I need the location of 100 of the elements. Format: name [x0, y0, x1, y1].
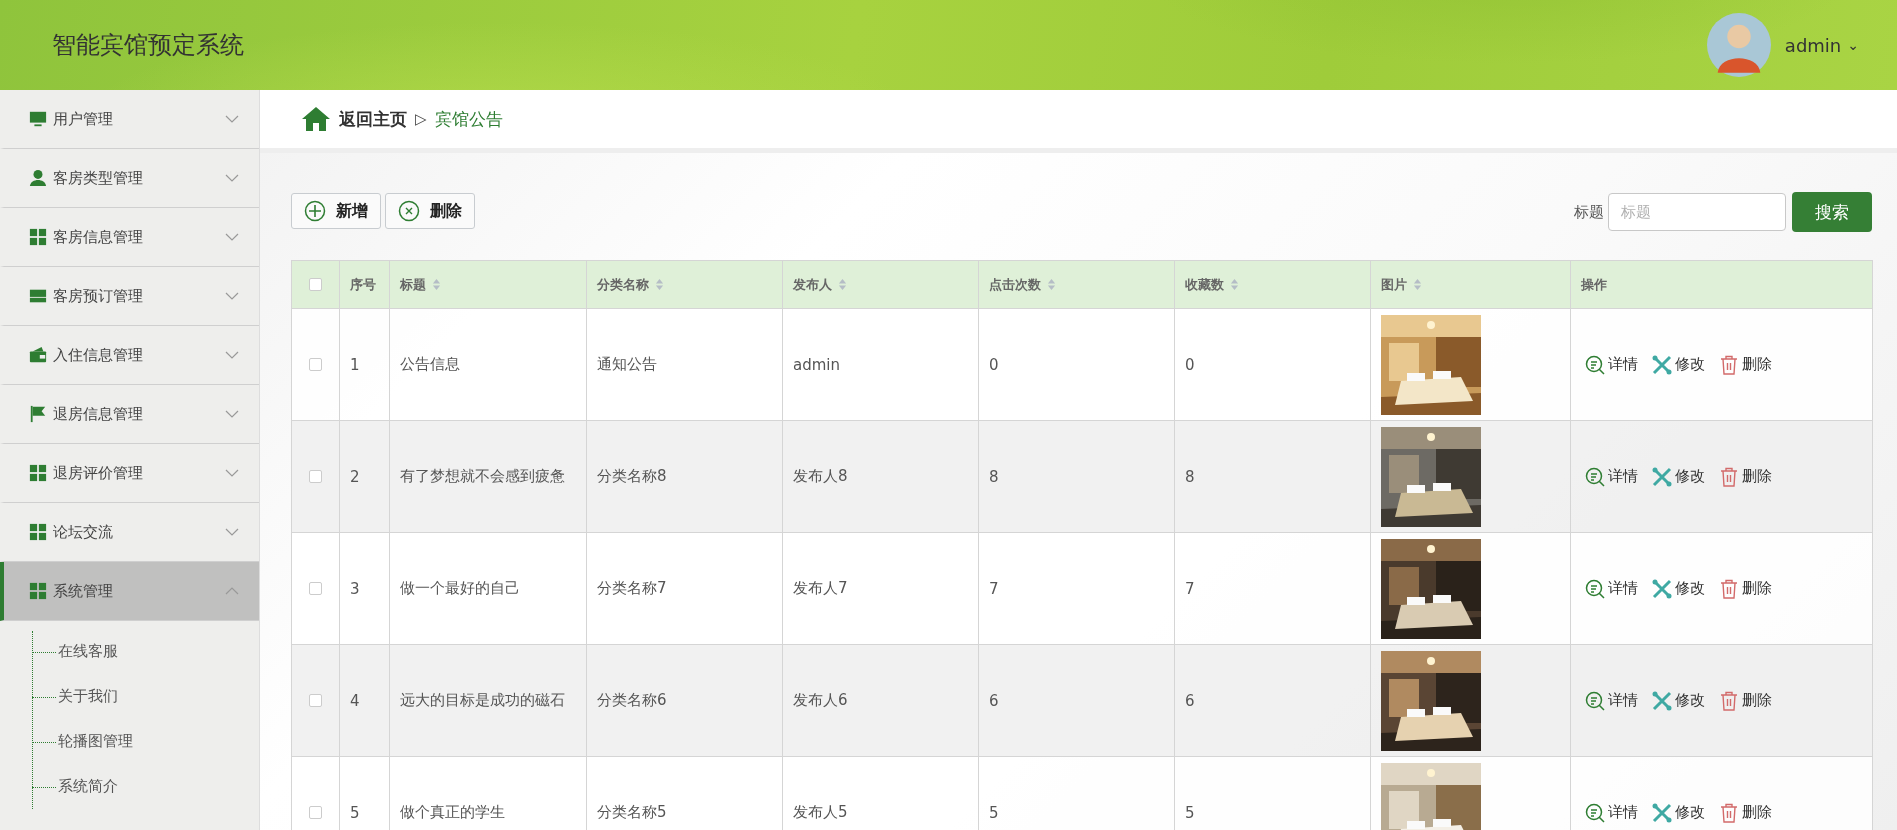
table-cell: 分类名称6	[597, 691, 667, 710]
grid-icon	[29, 582, 47, 600]
edit-link[interactable]: 修改	[1652, 578, 1705, 599]
table-cell: 做个真正的学生	[400, 803, 505, 822]
trash-icon	[1719, 354, 1739, 375]
details-link[interactable]: 详情	[1585, 690, 1638, 711]
table-cell: 发布人5	[793, 803, 848, 822]
table-cell: 1	[350, 355, 360, 374]
checkbox[interactable]	[309, 694, 322, 707]
tools-icon	[1652, 578, 1672, 599]
search-field[interactable]: 标题	[1608, 193, 1786, 231]
avatar-icon[interactable]	[1706, 13, 1771, 77]
edit-link[interactable]: 修改	[1652, 802, 1705, 823]
checkbox[interactable]	[309, 470, 322, 483]
table-cell: 0	[1185, 355, 1195, 374]
wallet-icon	[29, 346, 47, 364]
column-header: 发布人	[793, 275, 832, 294]
grid-icon	[29, 464, 47, 482]
column-header: 点击次数	[989, 275, 1041, 294]
magnifier-icon	[1585, 690, 1605, 711]
sort-icon[interactable]	[432, 278, 441, 291]
details-link[interactable]: 详情	[1585, 466, 1638, 487]
person-icon	[29, 169, 47, 187]
chevron-icon	[225, 233, 239, 241]
table-cell: 5	[350, 803, 360, 822]
sidebar-item[interactable]: 入住信息管理	[0, 326, 259, 385]
tools-icon	[1652, 354, 1672, 375]
table-cell: 有了梦想就不会感到疲惫	[400, 467, 565, 486]
breadcrumb-separator: ▷	[415, 110, 427, 128]
table-cell: 公告信息	[400, 355, 460, 374]
breadcrumb-link[interactable]: 返回主页	[339, 107, 407, 131]
trash-icon	[1719, 466, 1739, 487]
table-cell: 分类名称5	[597, 803, 667, 822]
sidebar-item[interactable]: 退房信息管理	[0, 385, 259, 444]
sidebar-item[interactable]: 客房类型管理	[0, 149, 259, 208]
submenu-item[interactable]: 系统简介	[32, 764, 259, 809]
table-cell: 发布人7	[793, 579, 848, 598]
user-name[interactable]: admin	[1784, 34, 1842, 56]
table-cell: 5	[1185, 803, 1195, 822]
trash-icon	[1719, 578, 1739, 599]
delete-link[interactable]: 删除	[1719, 802, 1772, 823]
table-cell: 7	[1185, 579, 1195, 598]
add-button[interactable]: 新增	[291, 193, 381, 229]
table-cell: admin	[793, 355, 840, 374]
sidebar-item[interactable]: 客房信息管理	[0, 208, 259, 267]
checkbox[interactable]	[309, 278, 322, 291]
search-button[interactable]: 搜索	[1792, 192, 1872, 232]
submenu-item[interactable]: 轮播图管理	[32, 719, 259, 764]
checkbox[interactable]	[309, 806, 322, 819]
delete-link[interactable]: 删除	[1719, 578, 1772, 599]
edit-link[interactable]: 修改	[1652, 354, 1705, 375]
sort-icon[interactable]	[838, 278, 847, 291]
submenu-item[interactable]: 在线客服	[32, 629, 259, 674]
table-cell: 分类名称7	[597, 579, 667, 598]
delete-button[interactable]: 删除	[385, 193, 475, 229]
grid-icon	[29, 523, 47, 541]
trash-icon	[1719, 690, 1739, 711]
chevron-icon	[225, 174, 239, 182]
column-header: 操作	[1581, 275, 1607, 294]
delete-link[interactable]: 删除	[1719, 690, 1772, 711]
sidebar-item[interactable]: 用户管理	[0, 90, 259, 149]
monitor-icon	[29, 110, 47, 128]
chevron-icon	[225, 528, 239, 536]
column-header: 标题	[400, 275, 426, 294]
submenu-item[interactable]: 关于我们	[32, 674, 259, 719]
details-link[interactable]: 详情	[1585, 802, 1638, 823]
sort-icon[interactable]	[1230, 278, 1239, 291]
grid-icon	[29, 228, 47, 246]
chevron-icon	[225, 410, 239, 418]
checkbox[interactable]	[309, 582, 322, 595]
magnifier-icon	[1585, 802, 1605, 823]
checkbox[interactable]	[309, 358, 322, 371]
breadcrumb-current: 宾馆公告	[434, 107, 503, 131]
table-cell: 6	[1185, 691, 1195, 710]
tools-icon	[1652, 690, 1672, 711]
delete-link[interactable]: 删除	[1719, 354, 1772, 375]
table-cell: 做一个最好的自己	[400, 579, 520, 598]
edit-link[interactable]: 修改	[1652, 690, 1705, 711]
home-icon[interactable]	[301, 106, 331, 132]
delete-link[interactable]: 删除	[1719, 466, 1772, 487]
chevron-icon	[225, 469, 239, 477]
chevron-icon	[225, 115, 239, 123]
chevron-icon	[225, 587, 239, 595]
sidebar-item[interactable]: 退房评价管理	[0, 444, 259, 503]
sidebar-item[interactable]: 客房预订管理	[0, 267, 259, 326]
column-header: 分类名称	[597, 275, 649, 294]
table-cell: 8	[1185, 467, 1195, 486]
sort-icon[interactable]	[655, 278, 664, 291]
details-link[interactable]: 详情	[1585, 578, 1638, 599]
sort-icon[interactable]	[1413, 278, 1422, 291]
details-link[interactable]: 详情	[1585, 354, 1638, 375]
column-header: 图片	[1381, 275, 1407, 294]
sort-icon[interactable]	[1047, 278, 1056, 291]
table-cell: 6	[989, 691, 999, 710]
search-label: 标题	[1574, 202, 1604, 222]
table-cell: 通知公告	[597, 355, 657, 374]
magnifier-icon	[1585, 354, 1605, 375]
caret-icon[interactable]: ⌄	[1847, 37, 1859, 53]
sidebar-item[interactable]: 系统管理	[0, 562, 259, 621]
edit-link[interactable]: 修改	[1652, 466, 1705, 487]
